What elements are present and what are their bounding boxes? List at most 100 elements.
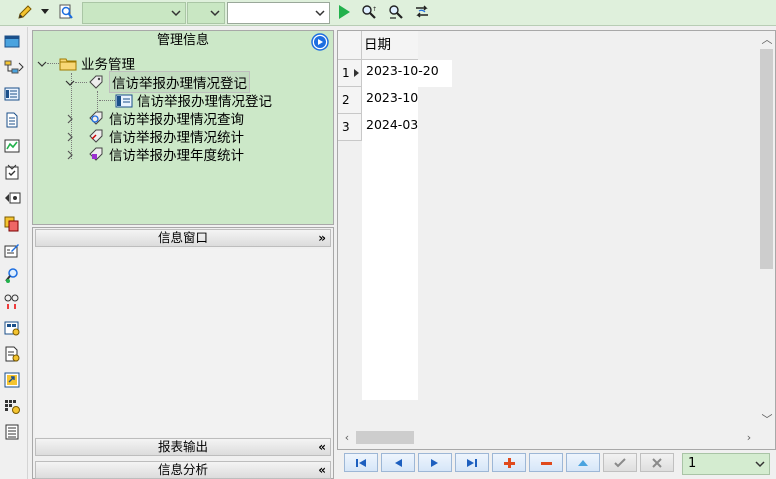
info-analysis-title: 信息分析 (157, 462, 208, 477)
chevron-down-icon (755, 461, 765, 468)
filter-combo-1[interactable] (82, 2, 186, 24)
chart-icon[interactable] (3, 137, 21, 155)
page-select[interactable]: 1 (682, 453, 770, 475)
next-record-button[interactable] (418, 453, 452, 472)
find-next-icon[interactable] (387, 3, 405, 21)
tree-line (99, 100, 115, 101)
info-analysis-header[interactable]: 信息分析 « (35, 461, 331, 479)
add-record-button[interactable] (492, 453, 526, 472)
tree-item-register[interactable]: 信访举报办理情况登记 (87, 71, 250, 93)
horizontal-scroll-thumb[interactable] (356, 431, 414, 444)
report-output-header[interactable]: 报表输出 « (35, 438, 331, 456)
pencil-icon[interactable] (16, 3, 34, 21)
calc-icon[interactable] (3, 319, 21, 337)
row-header[interactable]: 1 (338, 60, 362, 87)
chevron-down-icon (171, 10, 181, 17)
document-icon[interactable] (3, 111, 21, 129)
tree-child-register[interactable]: 信访举报办理情况登记 (115, 91, 272, 110)
delete-record-button[interactable] (529, 453, 563, 472)
magnifier-doc-icon[interactable] (57, 3, 75, 21)
check-icon (614, 457, 626, 467)
edit-record-button[interactable] (566, 453, 600, 472)
current-row-indicator-icon (354, 69, 359, 77)
svg-text:↑: ↑ (372, 6, 377, 13)
folder-icon (59, 58, 77, 70)
play-circle-icon[interactable] (311, 33, 329, 51)
list-icon[interactable] (3, 423, 21, 441)
row-header[interactable]: 2 (338, 87, 362, 114)
filter-combo-2[interactable] (187, 2, 225, 24)
filter-combo-3[interactable] (227, 2, 330, 24)
data-grid: 日期 1 2023-10-20 2 2023-10- 3 2024-03- (338, 31, 758, 429)
copy-icon[interactable] (3, 215, 21, 233)
management-panel: 管理信息 业务管理 信访举报办理情况登记 信访举报办理情况登记 信访举报办理情况… (32, 30, 334, 225)
next-icon (431, 458, 438, 467)
grid-cell-date[interactable]: 2023-10-20 (362, 60, 452, 87)
user-search-icon[interactable] (3, 267, 21, 285)
find-icon[interactable]: ↑ (360, 3, 378, 21)
prev-record-button[interactable] (381, 453, 415, 472)
collapsed-chevron-icon[interactable] (65, 114, 75, 124)
tag-calendar-icon (89, 147, 103, 161)
expand-icon[interactable]: « (318, 462, 326, 478)
vertical-scrollbar[interactable]: ︿ ﹀ (758, 31, 775, 429)
row-header[interactable]: 3 (338, 114, 362, 141)
scroll-down-icon[interactable]: ﹀ (760, 413, 774, 427)
first-record-button[interactable] (344, 453, 378, 472)
tree-item-stats[interactable]: 信访举报办理情况统计 (87, 127, 244, 146)
tree-root[interactable]: 业务管理 (59, 54, 135, 73)
tree-item-query[interactable]: 信访举报办理情况查询 (87, 109, 244, 128)
refresh-icon[interactable] (413, 3, 431, 21)
management-panel-title: 管理信息 (156, 33, 209, 48)
scroll-up-icon[interactable]: ︿ (760, 33, 774, 47)
scroll-right-icon[interactable]: › (742, 431, 756, 445)
record-navigator: 1 (337, 450, 776, 479)
form-icon[interactable] (3, 85, 21, 103)
dropdown-arrow-icon[interactable] (38, 3, 52, 21)
check-doc-icon[interactable] (3, 163, 21, 181)
export-icon[interactable] (3, 371, 21, 389)
scroll-left-icon[interactable]: ‹ (340, 431, 354, 445)
chevron-down-icon (315, 10, 325, 17)
info-window-header[interactable]: 信息窗口 » (35, 229, 331, 247)
tree-item-label: 信访举报办理情况统计 (109, 130, 244, 146)
vertical-scroll-thumb[interactable] (760, 49, 773, 269)
arrow-box-icon[interactable] (3, 189, 21, 207)
expanded-chevron-icon[interactable] (65, 78, 75, 88)
info-window-title: 信息窗口 (157, 230, 208, 245)
link-icon[interactable] (3, 293, 21, 311)
window-icon[interactable] (3, 33, 21, 51)
org-tree-icon[interactable] (3, 59, 24, 77)
collapsed-chevron-icon[interactable] (65, 132, 75, 142)
info-window-body (35, 249, 331, 437)
collapse-icon[interactable]: » (318, 230, 326, 246)
cancel-record-button[interactable] (640, 453, 674, 472)
grid-cell-date[interactable]: 2023-10- (362, 87, 418, 114)
report-icon[interactable] (3, 345, 21, 363)
tree-line (75, 82, 87, 83)
column-header-date[interactable]: 日期 (362, 31, 418, 60)
last-icon (467, 458, 477, 467)
tree-item-annual[interactable]: 信访举报办理年度统计 (87, 145, 244, 164)
row-number: 1 (342, 66, 350, 80)
tag-icon (89, 75, 103, 89)
collapsed-chevron-icon[interactable] (65, 150, 75, 160)
horizontal-scrollbar[interactable]: ‹ › (338, 429, 758, 446)
tag-chart-icon (89, 129, 103, 143)
tree-line (47, 63, 59, 64)
plus-icon (504, 457, 515, 468)
grid-cell-date[interactable]: 2024-03- (362, 114, 418, 141)
grid-settings-icon[interactable] (3, 397, 21, 415)
edit-icon[interactable] (3, 241, 21, 259)
play-icon[interactable] (335, 3, 353, 21)
last-record-button[interactable] (455, 453, 489, 472)
data-grid-panel: 日期 1 2023-10-20 2 2023-10- 3 2024-03- ︿ … (337, 30, 776, 450)
chevron-down-icon (210, 10, 220, 17)
expanded-chevron-icon[interactable] (37, 59, 47, 69)
post-record-button[interactable] (603, 453, 637, 472)
toolbar: ↑ (0, 0, 776, 26)
expand-icon[interactable]: « (318, 439, 326, 455)
prev-icon (395, 458, 402, 467)
grid-corner[interactable] (338, 31, 362, 60)
tree-root-label: 业务管理 (81, 57, 135, 73)
